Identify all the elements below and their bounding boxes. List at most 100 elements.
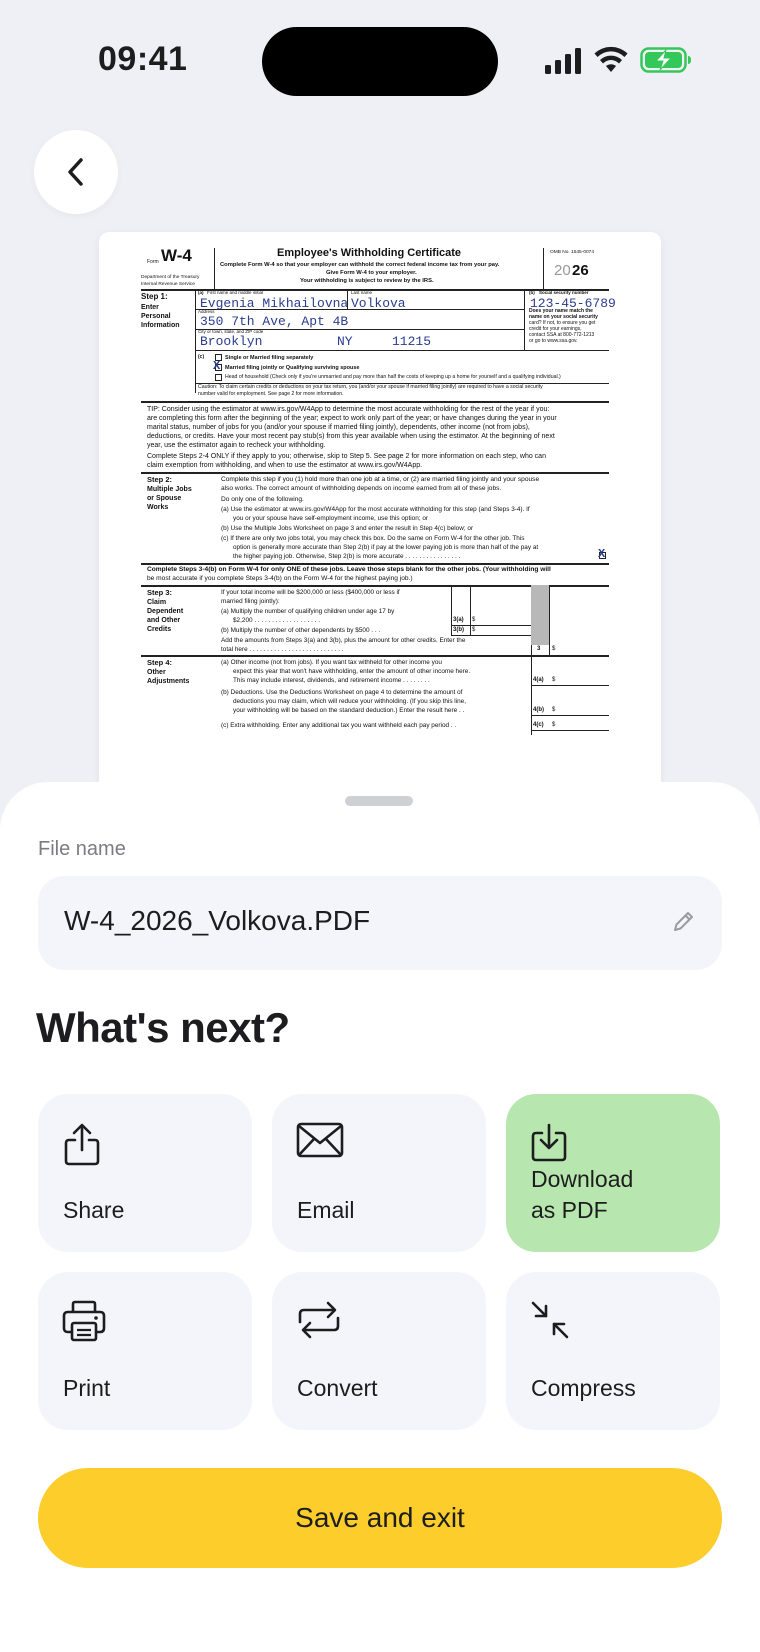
download-icon [531,1123,567,1162]
step4-title: Step 4: [147,658,173,667]
download-pdf-action[interactable]: Download as PDF [506,1094,720,1252]
form-subtitle-3: Your withholding is subject to review by… [300,278,434,284]
sheet-grabber[interactable] [345,796,413,806]
step4-line1: Other [147,669,166,676]
step2-line2: or Spouse [147,495,182,502]
document-preview[interactable]: Form W-4 Department of the Treasury Inte… [99,232,661,792]
compress-action[interactable]: Compress [506,1272,720,1430]
irs-text: Internal Revenue Service [141,282,195,287]
steps-note-1: Complete Steps 2-4 ONLY if they apply to… [147,453,546,460]
box-3b-dollar: $ [472,627,476,633]
form-prefix: Form [147,259,159,265]
box-4b-dollar: $ [552,707,556,713]
print-label: Print [63,1375,111,1401]
step2-title: Step 2: [147,475,173,484]
tip-line-2: are completing this form after the begin… [147,415,557,422]
two-jobs-check-mark: X [598,547,606,561]
option-hoh: Head of household (Check only if you're … [225,374,561,380]
address-value: 350 7th Ave, Apt 4B [200,314,349,329]
email-label: Email [297,1197,355,1223]
married-check-mark: X [213,359,221,373]
step2-a-2: you or your spouse have self-employment … [233,515,429,522]
box-3-dollar: $ [552,646,556,652]
omb-number: OMB No. 1545-0074 [550,250,594,255]
step4-b-1: (b) Deductions. Use the Deductions Works… [221,689,463,696]
print-action[interactable]: Print [38,1272,252,1430]
box-4b-label: 4(b) [533,707,544,713]
status-time: 09:41 [98,40,188,78]
step2-c-2: option is generally more accurate than S… [233,544,539,551]
file-name-label: File name [38,838,126,860]
step3-text-1: If your total income will be $200,000 or… [221,589,400,596]
step3-add-1: Add the amounts from Steps 3(a) and 3(b)… [221,637,466,644]
caution-line-2: number valid for employment. See page 2 … [198,391,344,397]
back-button[interactable] [34,130,118,214]
share-icon [64,1123,100,1166]
tip-line-4: deductions, or credits. Have your most r… [147,433,555,440]
checkbox-hoh[interactable] [215,374,222,381]
save-and-exit-button[interactable]: Save and exit [38,1468,722,1568]
box-4a-label: 4(a) [533,677,544,683]
convert-icon [298,1301,340,1339]
compress-label: Compress [531,1375,636,1401]
option-single: Single or Married filing separately [225,355,314,361]
state-value: NY [337,334,353,349]
box-4c-dollar: $ [552,722,556,728]
step1-line2: Personal [141,313,171,320]
step2-c-3: the higher paying job. Otherwise, Step 2… [233,553,461,560]
year-prefix: 20 [554,262,571,279]
box-3-label: 3 [537,646,541,652]
step3-a-2: $2,200 . . . . . . . . . . . . . . . . .… [233,617,321,624]
city-value: Brooklyn [200,334,263,349]
wifi-icon [594,46,628,72]
step4-a-3: This may include interest, dividends, an… [233,677,430,684]
steps-3-4-note-1: Complete Steps 3-4(b) on Form W-4 for on… [147,566,551,573]
box-3a-label: 3(a) [453,617,464,623]
steps-3-4-note-2: be most accurate if you complete Steps 3… [147,575,413,582]
label-c: (c) [198,354,205,360]
caution-line-1: Caution: To claim certain credits or ded… [198,384,543,390]
step2-line3: Works [147,504,169,511]
chevron-left-icon [68,158,83,186]
box-3b-label: 3(b) [453,627,464,633]
convert-label: Convert [297,1375,378,1401]
tip-line-1: TIP: Consider using the estimator at www… [147,406,550,413]
step2-c-1: (c) If there are only two jobs total, yo… [221,535,525,542]
step1-title: Step 1: [141,292,168,301]
tip-line-5: year, use the estimator again to recheck… [147,442,326,449]
year-suffix: 26 [572,262,589,279]
step4-a-2: expect this year that won't have withhol… [233,668,471,675]
form-title: Employee's Withholding Certificate [277,247,462,259]
file-name-value[interactable]: W-4_2026_Volkova.PDF [64,905,370,937]
form-subtitle-1: Complete Form W-4 so that your employer … [220,262,500,268]
whats-next-heading: What's next? [36,1004,290,1051]
step4-b-3: your withholding will be based on the st… [233,707,465,714]
step2-a-1: (a) Use the estimator at www.irs.gov/W4A… [221,506,530,513]
step1-line3: Information [141,322,180,329]
dynamic-island [262,27,498,96]
step3-add-2: total here . . . . . . . . . . . . . . .… [221,646,344,653]
email-action[interactable]: Email [272,1094,486,1252]
step2-line1: Multiple Jobs [147,486,192,493]
step4-b-2: deductions you may claim, which will red… [233,698,467,705]
download-pdf-label: Download as PDF [531,1166,634,1223]
file-name-field[interactable]: W-4_2026_Volkova.PDF [38,876,722,970]
cellular-signal-icon [545,48,581,74]
shaded-cell [531,585,549,645]
mail-icon [296,1122,344,1158]
step3-b: (b) Multiply the number of other depende… [221,627,381,634]
dept-text: Department of the Treasury [141,275,200,280]
pencil-icon[interactable] [670,909,696,935]
step3-line1: Claim [147,599,167,606]
step1-line1: Enter [141,304,159,311]
status-bar: 09:41 [0,0,760,120]
step2-b: (b) Use the Multiple Jobs Worksheet on p… [221,525,474,532]
convert-action[interactable]: Convert [272,1272,486,1430]
box-4c-label: 4(c) [533,722,544,728]
share-action[interactable]: Share [38,1094,252,1252]
option-married: Married filing jointly or Qualifying sur… [225,365,360,371]
bottom-sheet: File name W-4_2026_Volkova.PDF What's ne… [0,782,760,1652]
box-4a-dollar: $ [552,677,556,683]
name-match-6: or go to www.ssa.gov. [529,338,578,344]
step4-line2: Adjustments [147,678,190,685]
